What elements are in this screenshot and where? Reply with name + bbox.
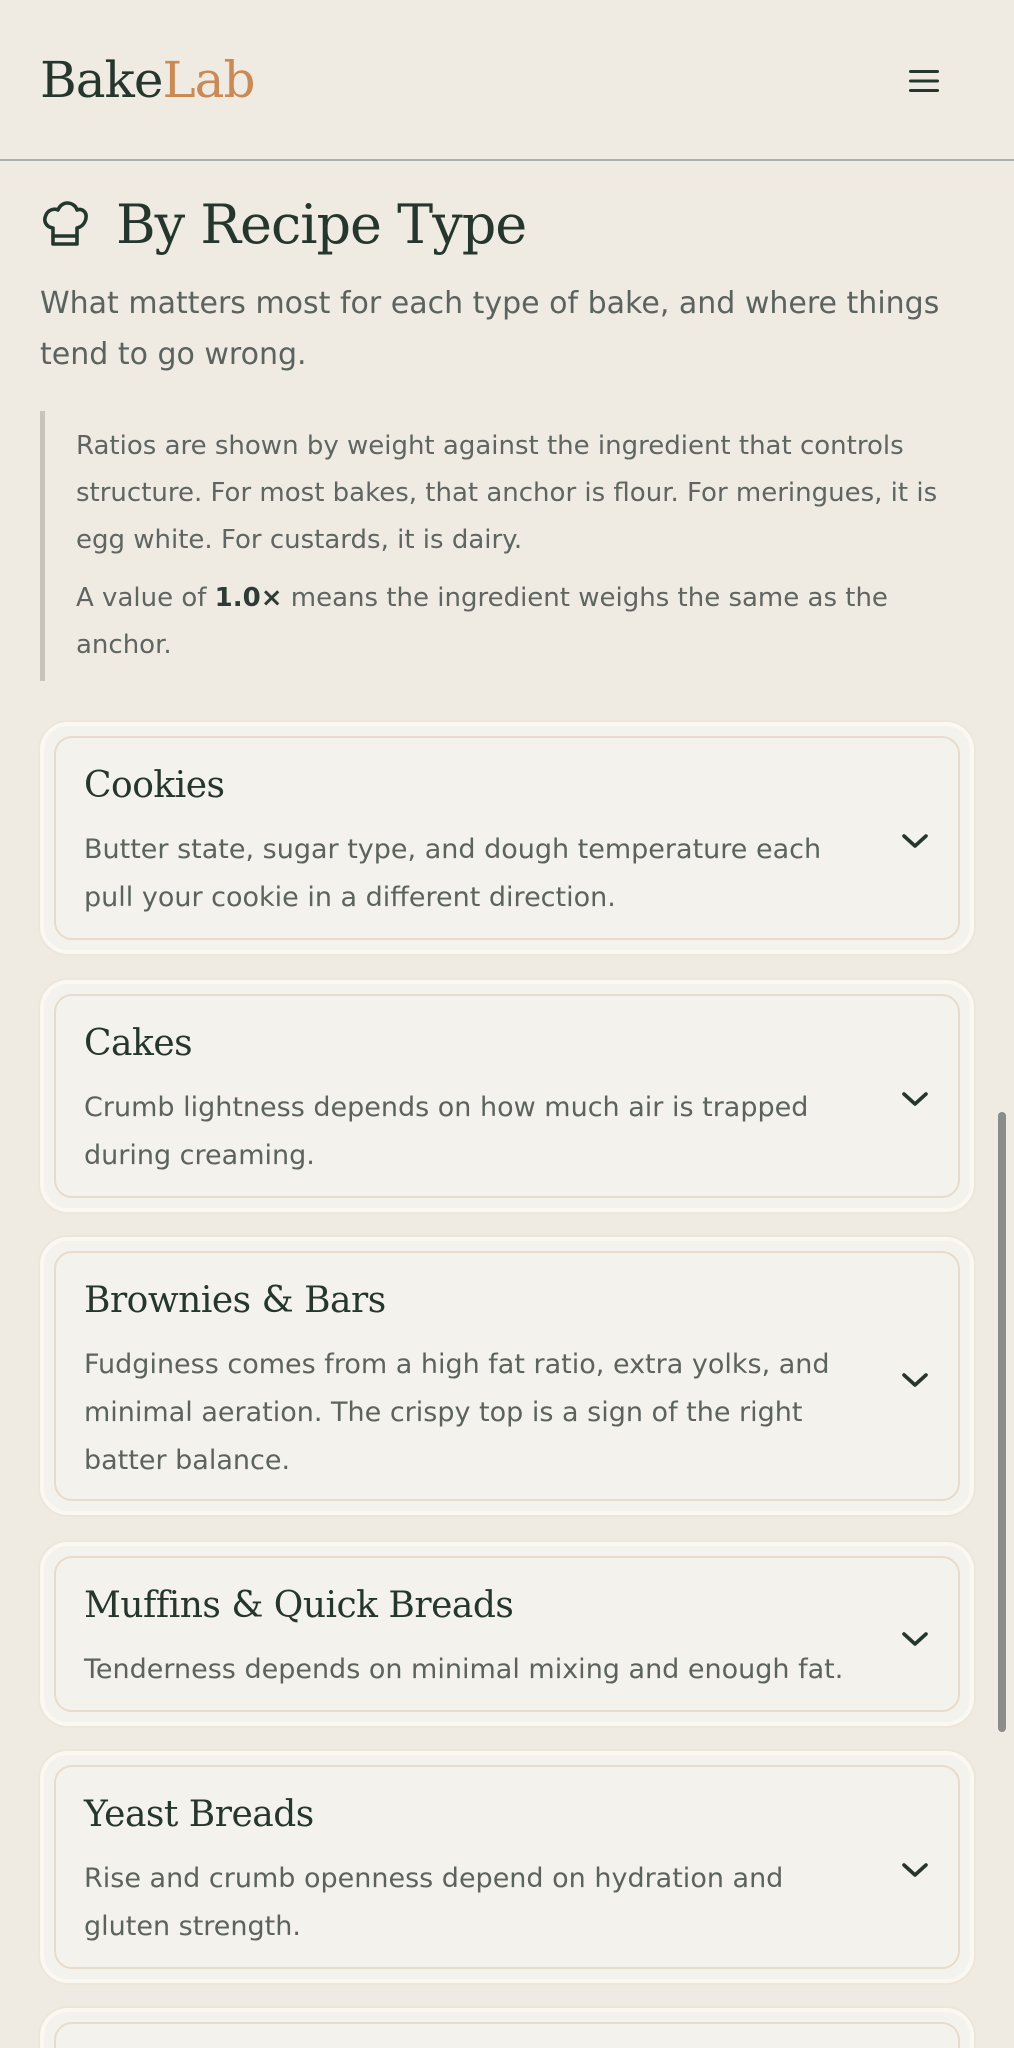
site-header: BakeLab [0,0,1014,161]
card-title: Cookies [84,765,225,806]
recipe-card-cookies[interactable]: Cookies Butter state, sugar type, and do… [40,722,974,954]
card-title: Brownies & Bars [84,1280,386,1321]
chevron-down-icon[interactable] [899,1088,931,1110]
card-description: Butter state, sugar type, and dough temp… [84,834,822,913]
section-subtitle: What matters most for each type of bake,… [40,286,940,372]
hamburger-menu-icon [909,70,939,92]
section-title: By Recipe Type [116,193,527,256]
section-header: By Recipe Type [40,188,527,262]
menu-button[interactable] [900,60,948,102]
card-title: Muffins & Quick Breads [84,1585,514,1626]
recipe-card-yeast-breads[interactable]: Yeast Breads Rise and crumb openness dep… [40,1751,974,1983]
card-description: Crumb lightness depends on how much air … [84,1092,809,1171]
card-description: Tenderness depends on minimal mixing and… [84,1654,844,1685]
logo[interactable]: BakeLab [40,48,255,112]
card-inner-border [54,2022,960,2048]
card-description: Rise and crumb openness depend on hydrat… [84,1863,784,1942]
logo-text-bake: Bake [40,51,163,109]
ratio-note-paragraph: Ratios are shown by weight against the i… [76,431,938,555]
card-description: Fudginess comes from a high fat ratio, e… [84,1349,830,1476]
chevron-down-icon[interactable] [899,1369,931,1391]
recipe-card-partial[interactable] [40,2008,974,2048]
recipe-card-cakes[interactable]: Cakes Crumb lightness depends on how muc… [40,980,974,1212]
card-title: Cakes [84,1023,193,1064]
ratio-note-prefix: A value of [76,583,215,613]
ratio-note: Ratios are shown by weight against the i… [40,411,960,681]
recipe-card-muffins-quick-breads[interactable]: Muffins & Quick Breads Tenderness depend… [40,1542,974,1726]
chevron-down-icon[interactable] [899,830,931,852]
page: BakeLab By Recipe Type What matters most… [0,0,1014,2048]
chevron-down-icon[interactable] [899,1628,931,1650]
ratio-note-value-paragraph: A value of 1.0× means the ingredient wei… [76,575,960,669]
scrollbar-thumb[interactable] [998,1112,1006,1732]
logo-text-lab: Lab [162,51,255,109]
chevron-down-icon[interactable] [899,1859,931,1881]
chef-hat-icon [43,201,88,246]
recipe-card-brownies-bars[interactable]: Brownies & Bars Fudginess comes from a h… [40,1237,974,1515]
card-title: Yeast Breads [84,1794,314,1835]
ratio-value: 1.0× [214,583,283,613]
